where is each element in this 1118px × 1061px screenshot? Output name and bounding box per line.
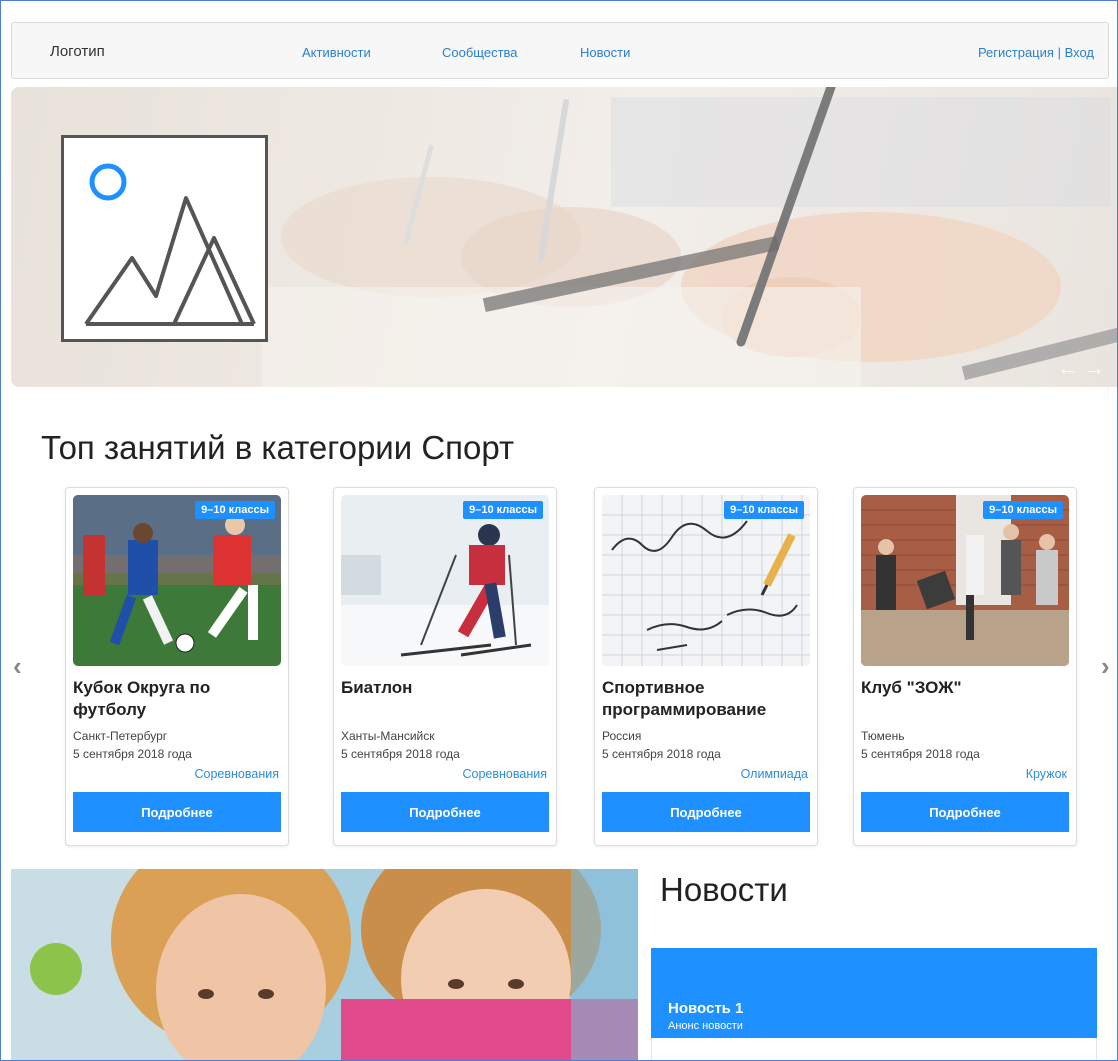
card-category-link[interactable]: Олимпиада <box>741 767 808 781</box>
activity-card: 9–10 классы Кубок Округа по футболу Санк… <box>65 487 289 846</box>
hero-slider-controls: ←→ <box>1057 355 1109 381</box>
card-image-programming[interactable]: 9–10 классы <box>602 495 810 666</box>
card-location: Ханты-Мансийск <box>341 729 435 743</box>
card-image-club[interactable]: 9–10 классы <box>861 495 1069 666</box>
details-button[interactable]: Подробнее <box>341 792 549 832</box>
card-location: Санкт-Петербург <box>73 729 168 743</box>
kids-photo <box>11 869 638 1060</box>
details-button[interactable]: Подробнее <box>602 792 810 832</box>
hero-next-arrow-icon[interactable]: → <box>1083 355 1109 380</box>
kids-reading-photo <box>11 869 638 1060</box>
login-link[interactable]: Вход <box>1065 45 1094 60</box>
card-location: Тюмень <box>861 729 905 743</box>
activity-card: 9–10 классы Спортивное программирование … <box>594 487 818 846</box>
image-placeholder <box>61 135 268 342</box>
activity-card: 9–10 классы Биатлон Ханты-Мансийск 5 сен… <box>333 487 557 846</box>
grade-badge: 9–10 классы <box>195 501 275 519</box>
details-button[interactable]: Подробнее <box>861 792 1069 832</box>
dance-group-photo <box>861 495 1069 666</box>
card-title[interactable]: Спортивное программирование <box>602 677 812 721</box>
card-title[interactable]: Кубок Округа по футболу <box>73 677 283 721</box>
auth-links: Регистрация | Вход <box>978 45 1094 60</box>
nav-link-activities[interactable]: Активности <box>302 45 371 60</box>
carousel-next-icon[interactable]: › <box>1101 651 1110 682</box>
card-category-link[interactable]: Кружок <box>1026 767 1067 781</box>
card-location: Россия <box>602 729 642 743</box>
hero-prev-arrow-icon[interactable]: ← <box>1057 355 1083 380</box>
card-date: 5 сентября 2018 года <box>73 747 192 761</box>
card-image-football[interactable]: 9–10 классы <box>73 495 281 666</box>
card-image-biathlon[interactable]: 9–10 классы <box>341 495 549 666</box>
card-category-link[interactable]: Соревнования <box>195 767 280 781</box>
grade-badge: 9–10 классы <box>983 501 1063 519</box>
hero-banner: ←→ <box>11 87 1117 387</box>
football-photo <box>73 495 281 666</box>
card-title[interactable]: Клуб "ЗОЖ" <box>861 677 1071 699</box>
site-logo[interactable]: Логотип <box>50 43 105 60</box>
news-item[interactable]: Новость 1 Анонс новости <box>651 948 1097 1038</box>
biathlon-photo <box>341 495 549 666</box>
top-navbar: Логотип Активности Сообщества Новости Ре… <box>11 22 1109 79</box>
carousel-prev-icon[interactable]: ‹ <box>13 651 22 682</box>
card-date: 5 сентября 2018 года <box>341 747 460 761</box>
card-title[interactable]: Биатлон <box>341 677 551 699</box>
math-formula-photo <box>602 495 810 666</box>
news-section-title: Новости <box>660 871 788 908</box>
nav-link-communities[interactable]: Сообщества <box>442 45 518 60</box>
card-date: 5 сентября 2018 года <box>861 747 980 761</box>
activity-card: 9–10 классы Клуб "ЗОЖ" Тюмень 5 сентября… <box>853 487 1077 846</box>
news-item-heading: Новость 1 <box>668 1000 744 1017</box>
auth-separator: | <box>1057 45 1061 60</box>
details-button[interactable]: Подробнее <box>73 792 281 832</box>
card-date: 5 сентября 2018 года <box>602 747 721 761</box>
nav-link-news[interactable]: Новости <box>580 45 630 60</box>
news-item-next[interactable] <box>651 1038 1097 1060</box>
grade-badge: 9–10 классы <box>724 501 804 519</box>
news-item-summary: Анонс новости <box>668 1020 743 1032</box>
card-category-link[interactable]: Соревнования <box>463 767 548 781</box>
mountain-image-icon <box>84 163 256 326</box>
grade-badge: 9–10 классы <box>463 501 543 519</box>
page-frame: Логотип Активности Сообщества Новости Ре… <box>0 0 1118 1061</box>
register-link[interactable]: Регистрация <box>978 45 1054 60</box>
section-title: Топ занятий в категории Спорт <box>41 429 515 466</box>
